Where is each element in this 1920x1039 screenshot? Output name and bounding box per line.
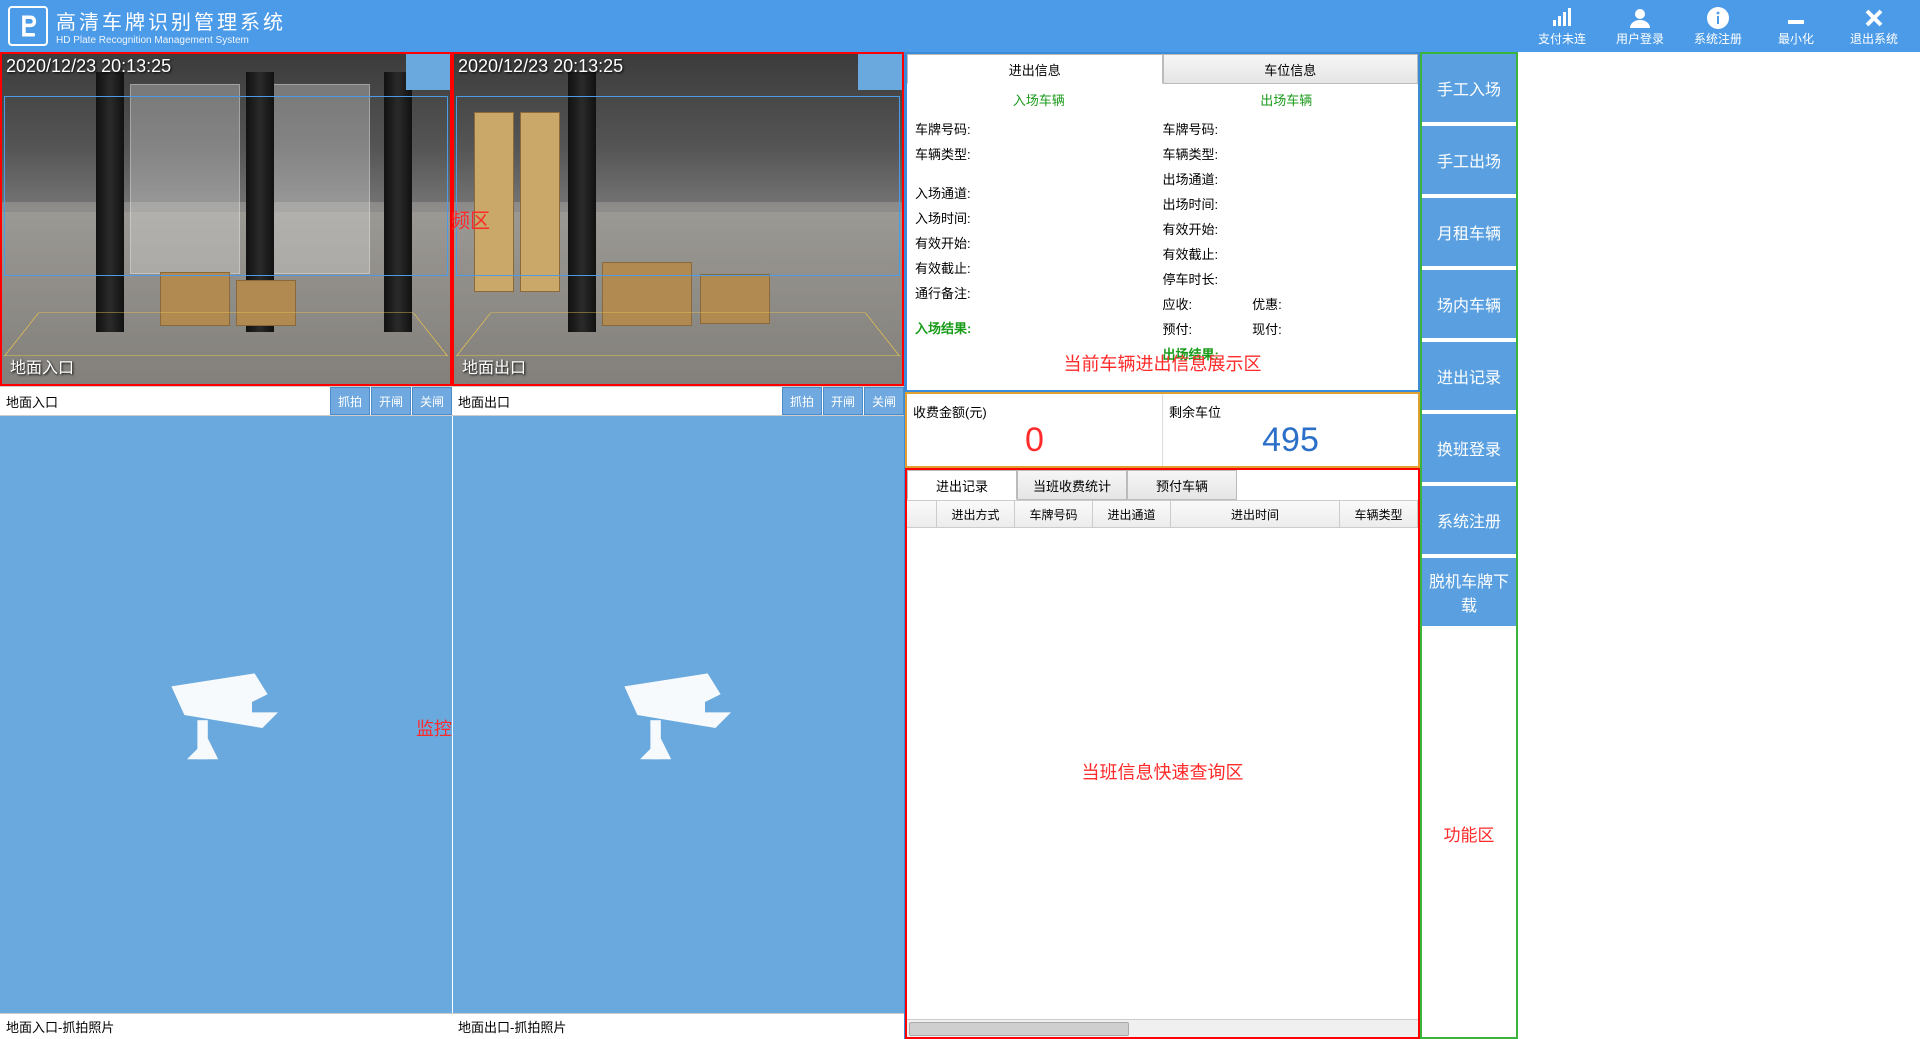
vehicle-info-panel: 进出信息 车位信息 入场车辆 车牌号码: 车辆类型: 入场通道: 入场时间: 有… — [905, 52, 1420, 392]
function-sidebar: 手工入场 手工出场 月租车辆 场内车辆 进出记录 换班登录 系统注册 脱机车牌下… — [1420, 52, 1518, 1039]
info-overlay-label: 当前车辆进出信息展示区 — [907, 350, 1418, 376]
info-column: 进出信息 车位信息 入场车辆 车牌号码: 车辆类型: 入场通道: 入场时间: 有… — [904, 52, 1420, 1039]
col-direction[interactable]: 进出方式 — [937, 501, 1015, 527]
fee-amount-value: 0 — [1025, 421, 1044, 460]
entry-info-title: 入场车辆 — [915, 90, 1163, 109]
manual-entry-button[interactable]: 手工入场 — [1422, 54, 1516, 126]
tab-slot-info[interactable]: 车位信息 — [1163, 54, 1419, 84]
col-time[interactable]: 进出时间 — [1171, 501, 1340, 527]
lane-name-entry: 地面入口 — [0, 392, 329, 411]
video-timestamp: 2020/12/23 20:13:25 — [6, 56, 171, 77]
log-overlay-label: 当班信息快速查询区 — [907, 758, 1418, 784]
lane-name-exit: 地面出口 — [452, 392, 781, 411]
header-actions: 支付未连 用户登录 系统注册 最小化 退出系统 — [1524, 0, 1912, 52]
sidebar-section-label: 功能区 — [1422, 630, 1516, 1037]
records-grid-header: 进出方式 车牌号码 进出通道 进出时间 车辆类型 — [907, 500, 1418, 528]
camera-icon — [161, 660, 291, 770]
info-icon — [1706, 6, 1730, 30]
app-subtitle: HD Plate Recognition Management System — [56, 35, 286, 46]
col-plate[interactable]: 车牌号码 — [1015, 501, 1093, 527]
video-feed-entry[interactable]: 2020/12/23 20:13:25 地面入口 — [0, 52, 452, 386]
video-feed-exit[interactable]: 2020/12/23 20:13:25 监控视频区 地面出口 — [452, 52, 904, 386]
app-title: 高清车牌识别管理系统 — [56, 6, 286, 35]
video-gate-label: 地面入口 — [10, 354, 74, 378]
signal-icon — [1550, 6, 1574, 30]
tab-inout-info[interactable]: 进出信息 — [907, 54, 1163, 84]
user-login-button[interactable]: 用户登录 — [1602, 0, 1678, 52]
video-area: 2020/12/23 20:13:25 地面入口 2020/12/23 20:1… — [0, 52, 904, 1039]
scrollbar-thumb[interactable] — [909, 1022, 1129, 1036]
horizontal-scrollbar[interactable] — [907, 1019, 1418, 1037]
open-gate-button[interactable]: 开闸 — [823, 387, 863, 415]
exit-info-title: 出场车辆 — [1163, 90, 1411, 109]
open-gate-button[interactable]: 开闸 — [371, 387, 411, 415]
col-type[interactable]: 车辆类型 — [1340, 501, 1418, 527]
snapshot-button[interactable]: 抓拍 — [782, 387, 822, 415]
snapshot-caption-entry: 地面入口-抓拍照片 — [0, 1014, 452, 1039]
exit-info-col: 出场车辆 车牌号码: 车辆类型: 出场通道: 出场时间: 有效开始: 有效截止:… — [1163, 90, 1411, 386]
monthly-vehicle-button[interactable]: 月租车辆 — [1422, 198, 1516, 270]
col-lane[interactable]: 进出通道 — [1093, 501, 1171, 527]
manual-exit-button[interactable]: 手工出场 — [1422, 126, 1516, 198]
log-panel: 进出记录 当班收费统计 预付车辆 进出方式 车牌号码 进出通道 进出时间 车辆类… — [905, 468, 1420, 1039]
video-overlay-label: 监控视频区 — [452, 205, 490, 234]
exit-button[interactable]: 退出系统 — [1836, 0, 1912, 52]
col-selector[interactable] — [907, 501, 937, 527]
fee-amount-label: 收费金额(元) — [907, 400, 987, 421]
entry-result-label: 入场结果: — [915, 318, 983, 337]
system-register-button[interactable]: 系统注册 — [1680, 0, 1756, 52]
tab-shift-stats[interactable]: 当班收费统计 — [1017, 470, 1127, 500]
video-gate-label: 地面出口 — [462, 354, 526, 378]
camera-icon — [614, 660, 744, 770]
tab-records[interactable]: 进出记录 — [907, 470, 1017, 500]
records-grid-body[interactable]: 当班信息快速查询区 — [907, 528, 1418, 1019]
onsite-vehicle-button[interactable]: 场内车辆 — [1422, 270, 1516, 342]
pay-status-button[interactable]: 支付未连 — [1524, 0, 1600, 52]
snapshot-placeholder-entry: 监控视频区 — [0, 416, 452, 1013]
video-control-row: 地面入口 抓拍 开闸 关闸 地面出口 抓拍 开闸 关闸 — [0, 386, 904, 416]
offline-plate-download-button[interactable]: 脱机车牌下载 — [1422, 558, 1516, 630]
system-register-side-button[interactable]: 系统注册 — [1422, 486, 1516, 558]
app-header: 高清车牌识别管理系统 HD Plate Recognition Manageme… — [0, 0, 1920, 52]
slots-label: 剩余车位 — [1163, 400, 1221, 421]
snapshot-button[interactable]: 抓拍 — [330, 387, 370, 415]
app-logo: 高清车牌识别管理系统 HD Plate Recognition Manageme… — [8, 6, 286, 46]
tab-prepay[interactable]: 预付车辆 — [1127, 470, 1237, 500]
minimize-button[interactable]: 最小化 — [1758, 0, 1834, 52]
fee-panel: 收费金额(元) 0 剩余车位 495 — [905, 392, 1420, 468]
shift-login-button[interactable]: 换班登录 — [1422, 414, 1516, 486]
minimize-icon — [1784, 6, 1808, 30]
records-button[interactable]: 进出记录 — [1422, 342, 1516, 414]
video-timestamp: 2020/12/23 20:13:25 — [458, 56, 623, 77]
snapshot-placeholder-exit — [452, 416, 904, 1013]
entry-info-col: 入场车辆 车牌号码: 车辆类型: 入场通道: 入场时间: 有效开始: 有效截止:… — [915, 90, 1163, 386]
close-gate-button[interactable]: 关闸 — [864, 387, 904, 415]
close-icon — [1862, 6, 1886, 30]
close-gate-button[interactable]: 关闸 — [412, 387, 452, 415]
parking-logo-icon — [8, 6, 48, 46]
slots-value: 495 — [1262, 421, 1319, 460]
user-icon — [1628, 6, 1652, 30]
snapshot-caption-exit: 地面出口-抓拍照片 — [452, 1014, 904, 1039]
